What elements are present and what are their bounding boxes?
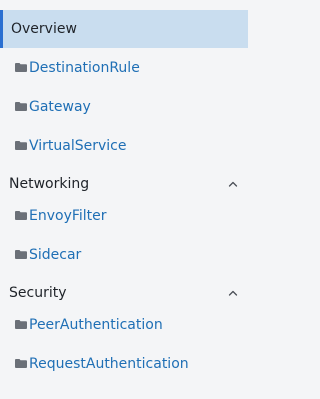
folder-icon [15, 250, 27, 259]
group-title: Security [9, 285, 67, 301]
folder-icon [15, 320, 27, 329]
chevron-up-icon[interactable] [228, 289, 238, 297]
nav-item-virtualservice[interactable]: VirtualService [0, 132, 248, 160]
nav-item-label: Gateway [29, 99, 91, 115]
folder-icon [15, 141, 27, 150]
folder-icon [15, 102, 27, 111]
group-title: Networking [9, 176, 90, 192]
folder-icon [15, 63, 27, 72]
chevron-up-icon[interactable] [228, 180, 238, 188]
nav-item-label: EnvoyFilter [29, 208, 107, 224]
nav-item-overview[interactable]: Overview [0, 10, 248, 48]
nav-item-destinationrule[interactable]: DestinationRule [0, 54, 248, 82]
nav-item-label: DestinationRule [29, 60, 140, 76]
nav-item-label: VirtualService [29, 138, 127, 154]
nav-item-label: PeerAuthentication [29, 317, 163, 333]
folder-icon [15, 211, 27, 220]
group-header-security[interactable]: Security [0, 281, 248, 305]
nav-item-label: RequestAuthentication [29, 356, 189, 372]
nav-item-sidecar[interactable]: Sidecar [0, 241, 248, 269]
nav-item-requestauthentication[interactable]: RequestAuthentication [0, 350, 248, 378]
folder-icon [15, 359, 27, 368]
nav-item-peerauthentication[interactable]: PeerAuthentication [0, 311, 248, 339]
resource-nav: Overview DestinationRule Gateway Virtual… [0, 0, 248, 399]
group-header-networking[interactable]: Networking [0, 172, 248, 196]
nav-item-gateway[interactable]: Gateway [0, 93, 248, 121]
nav-item-label: Sidecar [29, 247, 82, 263]
nav-item-envoyfilter[interactable]: EnvoyFilter [0, 202, 248, 230]
nav-item-label: Overview [11, 21, 77, 37]
